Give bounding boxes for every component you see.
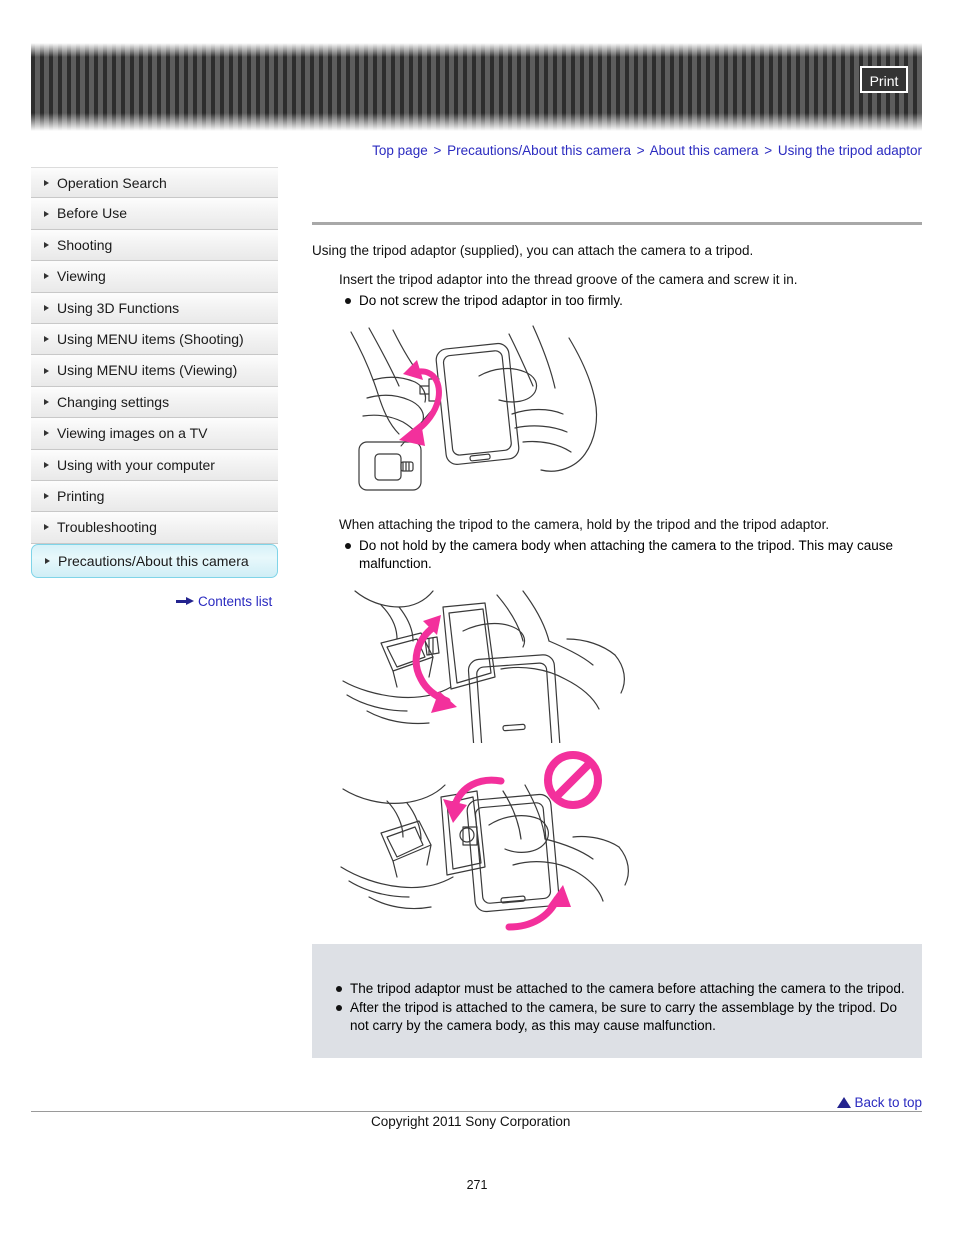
chevron-right-icon [44, 430, 49, 437]
chevron-right-icon [44, 210, 49, 217]
copyright-text: Copyright 2011 Sony Corporation [371, 1114, 571, 1129]
figure-prohibited-hold-camera-body [312, 749, 922, 947]
sidebar-item-label: Troubleshooting [57, 519, 157, 536]
sidebar-item-using-3d-functions[interactable]: Using 3D Functions [31, 292, 278, 324]
sidebar-item-printing[interactable]: Printing [31, 480, 278, 513]
sidebar-item-before-use[interactable]: Before Use [31, 198, 278, 230]
breadcrumb: Top page > Precautions/About this camera… [312, 143, 922, 158]
sidebar-item-viewing-images-on-a-tv[interactable]: Viewing images on a TV [31, 418, 278, 450]
intro-paragraph: Using the tripod adaptor (supplied), you… [312, 243, 754, 258]
sidebar-item-label: Printing [57, 487, 105, 504]
sidebar-item-using-menu-items-shooting[interactable]: Using MENU items (Shooting) [31, 323, 278, 356]
breadcrumb-separator: > [636, 143, 645, 158]
chevron-right-icon [44, 461, 49, 468]
chevron-right-icon [44, 304, 49, 311]
chevron-right-icon [44, 493, 49, 500]
contents-list-link[interactable]: Contents list [176, 593, 272, 609]
sidebar-item-label: Viewing [57, 268, 106, 285]
step-1-bullet-list: Do not screw the tripod adaptor in too f… [339, 292, 922, 310]
figure-attach-tripod-adaptor [312, 324, 922, 499]
breadcrumb-item-precautions[interactable]: Precautions/About this camera [447, 143, 631, 158]
breadcrumb-separator: > [764, 143, 773, 158]
chevron-right-icon [44, 367, 49, 374]
sidebar-item-shooting[interactable]: Shooting [31, 229, 278, 262]
note-box: The tripod adaptor must be attached to t… [312, 944, 922, 1058]
sidebar-item-label: Operation Search [57, 175, 167, 191]
main-content: Using the tripod adaptor (supplied), you… [312, 222, 922, 947]
sidebar-item-label: Changing settings [57, 393, 170, 410]
chevron-right-icon [44, 241, 49, 248]
figure-prohibited-hold-camera-body-drawing [340, 751, 629, 931]
figure-attach-tripod-adaptor-drawing [350, 325, 598, 491]
print-button[interactable]: Print [860, 66, 908, 93]
list-item: The tripod adaptor must be attached to t… [330, 980, 908, 998]
back-to-top-link[interactable]: Back to top [837, 1094, 922, 1110]
page-header-banner: Print [31, 43, 922, 131]
sidebar-item-operation-search[interactable]: Operation Search [31, 167, 278, 199]
breadcrumb-item-using-the-tripod-adaptor[interactable]: Using the tripod adaptor [778, 143, 922, 158]
sidebar-item-label: Using with your computer [57, 456, 215, 473]
note-bullet-list: The tripod adaptor must be attached to t… [330, 980, 908, 1035]
chevron-right-icon [44, 524, 49, 531]
sidebar-item-label: Precautions/About this camera [58, 552, 249, 569]
content-divider [312, 222, 922, 225]
step-2-text: When attaching the tripod to the camera,… [339, 517, 830, 532]
contents-list-label: Contents list [198, 593, 273, 609]
sidebar-item-precautions-about-this-camera[interactable]: Precautions/About this camera [31, 543, 278, 578]
sidebar-item-label: Using MENU items (Viewing) [57, 362, 238, 379]
list-item: Do not screw the tripod adaptor in too f… [339, 292, 922, 310]
chevron-right-icon [45, 557, 50, 564]
step-2-bullet-list: Do not hold by the camera body when atta… [339, 537, 922, 573]
sidebar-item-label: Before Use [57, 205, 128, 222]
chevron-right-icon [44, 336, 49, 343]
arrow-right-icon [176, 596, 194, 606]
footer-divider [31, 1111, 922, 1112]
sidebar-item-troubleshooting[interactable]: Troubleshooting [31, 512, 278, 544]
triangle-up-icon [837, 1096, 852, 1108]
figure-hold-by-tripod-adaptor [312, 585, 922, 743]
sidebar-navigation: Operation Search Before Use Shooting Vie… [31, 167, 278, 578]
sidebar-item-viewing[interactable]: Viewing [31, 261, 278, 293]
prohibition-icon [544, 751, 602, 809]
sidebar-item-changing-settings[interactable]: Changing settings [31, 386, 278, 419]
sidebar-item-using-menu-items-viewing[interactable]: Using MENU items (Viewing) [31, 355, 278, 387]
breadcrumb-separator: > [433, 143, 442, 158]
sidebar-item-label: Shooting [57, 236, 113, 253]
list-item: Do not hold by the camera body when atta… [339, 537, 922, 573]
sidebar-item-label: Viewing images on a TV [57, 425, 208, 442]
step-1-text: Insert the tripod adaptor into the threa… [339, 272, 798, 287]
breadcrumb-item-about-this-camera[interactable]: About this camera [650, 143, 759, 158]
figure-hold-by-tripod-adaptor-drawing [342, 590, 625, 743]
page-number: 271 [466, 1178, 488, 1192]
chevron-right-icon [44, 273, 49, 280]
back-to-top-label: Back to top [854, 1094, 922, 1110]
sidebar-item-label: Using MENU items (Shooting) [57, 330, 244, 347]
list-item: After the tripod is attached to the came… [330, 999, 908, 1035]
chevron-right-icon [44, 398, 49, 405]
breadcrumb-item-top-page[interactable]: Top page [372, 143, 428, 158]
sidebar-item-using-with-your-computer[interactable]: Using with your computer [31, 449, 278, 481]
sidebar-item-label: Using 3D Functions [57, 299, 180, 316]
chevron-right-icon [44, 179, 49, 186]
